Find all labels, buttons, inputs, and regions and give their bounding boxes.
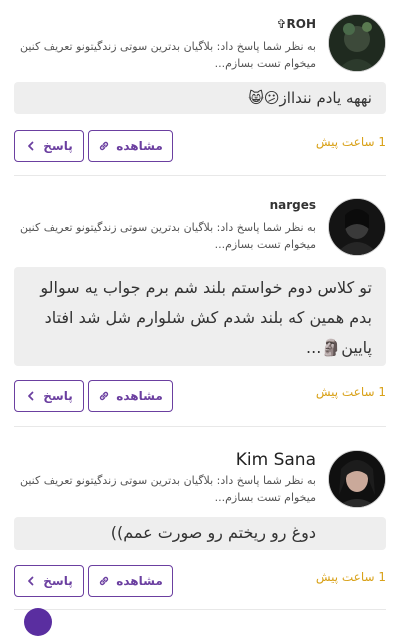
reply-button-label: پاسخ bbox=[43, 139, 73, 153]
link-icon bbox=[100, 141, 109, 151]
reply-note: به نظر شما پاسخ داد: بلاگیان بدترین سوتی… bbox=[19, 221, 316, 251]
avatar[interactable] bbox=[328, 14, 386, 72]
timestamp: 1 ساعت پیش bbox=[315, 135, 386, 149]
divider bbox=[14, 609, 386, 610]
link-icon bbox=[100, 576, 109, 586]
view-button[interactable]: مشاهده bbox=[88, 130, 173, 162]
comment-text: دوغ رو ریختم رو صورت عمم)) bbox=[14, 517, 386, 550]
view-button-label: مشاهده bbox=[116, 139, 163, 153]
reply-note: به نظر شما پاسخ داد: بلاگیان بدترین سوتی… bbox=[19, 474, 316, 504]
avatar[interactable] bbox=[328, 450, 386, 508]
reply-note: به نظر شما پاسخ داد: بلاگیان بدترین سوتی… bbox=[19, 40, 316, 70]
comment-card: narges به نظر شما پاسخ داد: بلاگیان بدتر… bbox=[0, 176, 400, 427]
timestamp: 1 ساعت پیش bbox=[315, 570, 386, 584]
reply-button-label: پاسخ bbox=[43, 389, 73, 403]
view-button[interactable]: مشاهده bbox=[88, 380, 173, 412]
view-button-label: مشاهده bbox=[116, 389, 163, 403]
view-button[interactable]: مشاهده bbox=[88, 565, 173, 597]
avatar-image bbox=[329, 15, 385, 71]
link-icon bbox=[100, 391, 109, 401]
comment-feed: ✞ROH به نظر شما پاسخ داد: بلاگیان بدترین… bbox=[0, 0, 400, 636]
timestamp: 1 ساعت پیش bbox=[315, 385, 386, 399]
floating-action-button[interactable] bbox=[24, 608, 52, 636]
avatar-image bbox=[329, 451, 385, 507]
comment-card: Kim Sana به نظر شما پاسخ داد: بلاگیان بد… bbox=[0, 426, 400, 621]
comment-card: ✞ROH به نظر شما پاسخ داد: بلاگیان بدترین… bbox=[0, 0, 400, 176]
username[interactable]: Kim Sana bbox=[236, 450, 316, 470]
chevron-left-icon bbox=[28, 391, 34, 401]
comment-text: تو کلاس دوم خواستم بلند شم برم جواب یه س… bbox=[14, 267, 386, 366]
avatar[interactable] bbox=[328, 198, 386, 256]
reply-button-label: پاسخ bbox=[43, 574, 73, 588]
reply-button[interactable]: پاسخ bbox=[14, 380, 84, 412]
chevron-left-icon bbox=[28, 141, 34, 151]
comment-text: نههه یادم نندااز😕😸 bbox=[14, 82, 386, 114]
view-button-label: مشاهده bbox=[116, 574, 163, 588]
reply-button[interactable]: پاسخ bbox=[14, 565, 84, 597]
avatar-image bbox=[329, 199, 385, 255]
reply-button[interactable]: پاسخ bbox=[14, 130, 84, 162]
chevron-left-icon bbox=[28, 576, 34, 586]
username[interactable]: ✞ROH bbox=[276, 17, 316, 31]
username[interactable]: narges bbox=[270, 198, 316, 212]
